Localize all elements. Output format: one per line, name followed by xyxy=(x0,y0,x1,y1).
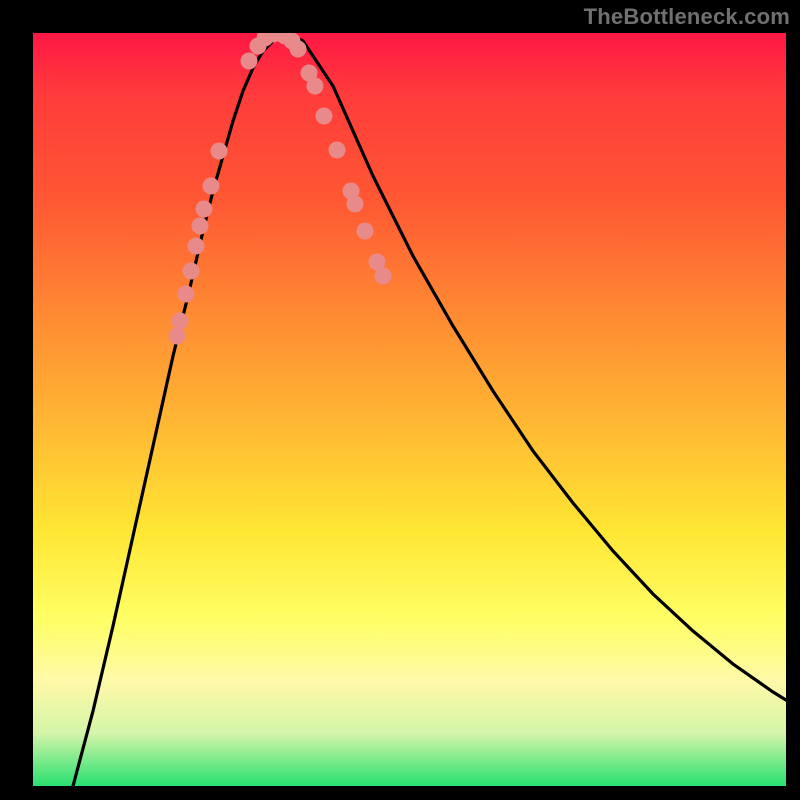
watermark-text: TheBottleneck.com xyxy=(584,4,790,30)
gradient-background xyxy=(33,33,786,786)
